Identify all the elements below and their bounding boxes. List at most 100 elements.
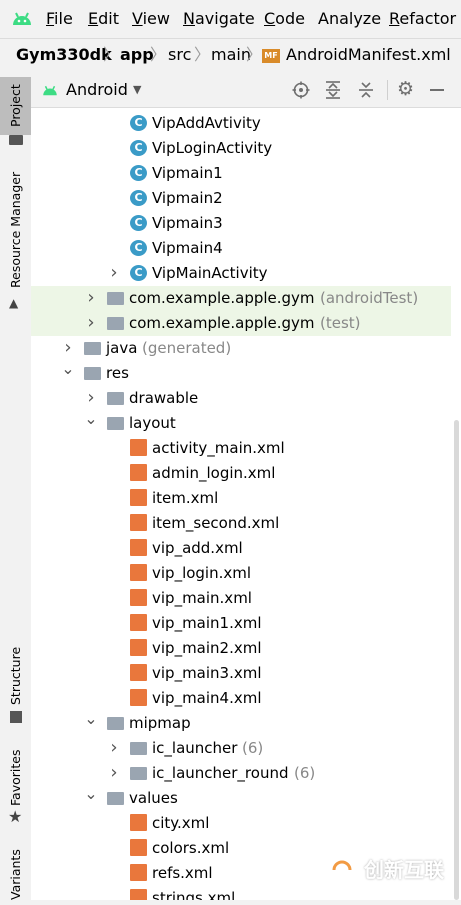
tab-resource-manager[interactable]: Resource Manager [0,165,31,295]
structure-icon [10,711,22,723]
tree-row[interactable]: ⌄ layout [31,409,451,436]
tree-row[interactable]: › ic_launcher (6) [31,736,451,761]
xml-file-icon [130,514,147,531]
project-tree: C VipAddAvtivity C VipLoginActivity C Vipmain… [31,107,461,900]
tab-variants[interactable]: Variants [0,845,31,905]
tree-row[interactable]: C Vipmain1 [31,161,451,186]
tab-project[interactable]: Project [0,77,31,135]
tree-row[interactable]: admin_login.xml [31,461,451,486]
chevron-right-icon: 〉 [246,45,263,64]
chevron-right-icon[interactable]: › [107,763,121,783]
tree-row[interactable]: vip_main2.xml [31,636,451,661]
breadcrumb-file[interactable]: AndroidManifest.xml [286,45,451,65]
tree-row[interactable]: C VipLoginActivity [31,136,451,161]
chevron-right-icon[interactable]: › [84,388,98,408]
folder-icon [9,135,23,145]
tree-item-label: VipLoginActivity [152,139,273,157]
tree-row[interactable]: › C VipMainActivity [31,261,451,286]
class-icon: C [130,240,147,256]
tree-row[interactable]: city.xml [31,811,451,836]
tree-row[interactable]: vip_add.xml [31,536,451,561]
tree-row[interactable]: vip_main1.xml [31,611,451,636]
chevron-right-icon[interactable]: › [61,338,75,358]
tree-item-label: res [106,364,129,382]
expand-all-icon[interactable] [325,81,341,99]
tree-item-label: admin_login.xml [152,464,276,482]
folder-icon [107,792,124,805]
breadcrumb-main[interactable]: main [211,45,251,65]
tree-row[interactable]: vip_main.xml [31,586,451,611]
tool-window-strip: Project Resource Manager ▲ Structure Fav… [0,73,32,900]
chevron-right-icon[interactable]: › [107,263,121,283]
menu-file[interactable]: File [46,9,73,29]
breadcrumb-module[interactable]: app [120,45,154,65]
xml-file-icon [130,864,147,881]
tree-row[interactable]: activity_main.xml [31,436,451,461]
tree-row[interactable]: vip_main4.xml [31,686,451,711]
tree-item-label: Vipmain2 [152,189,223,207]
tree-row[interactable]: ⌄ res [31,359,451,386]
tree-item-label: refs.xml [152,864,213,882]
breadcrumb: Gym330dk 〉 app 〉 src 〉 main 〉 MF Android… [0,38,461,74]
xml-file-icon [130,589,147,606]
watermark-logo: 创新互联 [324,846,460,894]
tree-row[interactable]: C Vipmain3 [31,211,451,236]
tree-row[interactable]: vip_login.xml [31,561,451,586]
breadcrumb-src[interactable]: src [168,45,191,65]
scrollbar[interactable] [454,420,459,900]
manifest-file-icon: MF [262,49,280,63]
menu-navigate[interactable]: Navigate [183,9,255,29]
tree-row[interactable]: › ic_launcher_round (6) [31,761,451,786]
tree-item-label: VipMainActivity [152,264,268,282]
menu-code[interactable]: Code [264,9,305,29]
tree-row[interactable]: › java (generated) [31,336,451,361]
target-icon[interactable] [292,81,310,99]
tree-row[interactable]: ⌄ values [31,784,451,811]
tree-item-label: item_second.xml [152,514,280,532]
tree-row[interactable]: › com.example.apple.gym (test) [31,311,451,336]
chevron-down-icon[interactable]: ⌄ [84,409,98,429]
tab-favorites[interactable]: Favorites [0,745,31,811]
class-icon: C [130,215,147,231]
folder-icon [130,767,147,780]
folder-icon [130,742,147,755]
chevron-right-icon: 〉 [194,45,211,64]
menu-view[interactable]: View [132,9,170,29]
minimize-icon[interactable] [430,89,444,91]
chevron-down-icon[interactable]: ▼ [133,83,141,97]
tree-row[interactable]: › com.example.apple.gym (androidTest) [31,286,451,311]
tree-item-label: com.example.apple.gym [129,314,315,332]
folder-icon [107,717,124,730]
tree-row[interactable]: item_second.xml [31,511,451,536]
tree-item-label: vip_add.xml [152,539,243,557]
folder-icon [84,342,101,355]
tree-item-label: vip_main1.xml [152,614,262,632]
chevron-down-icon[interactable]: ⌄ [61,359,75,379]
tree-item-suffix: (6) [242,739,264,757]
collapse-all-icon[interactable] [358,81,374,99]
tree-row[interactable]: › drawable [31,386,451,411]
chevron-down-icon[interactable]: ⌄ [84,784,98,804]
chevron-right-icon[interactable]: › [84,313,98,333]
view-selector[interactable]: Android [66,80,128,100]
tree-item-label: city.xml [152,814,210,832]
tree-row[interactable]: C Vipmain4 [31,236,451,261]
menu-edit[interactable]: Edit [88,9,119,29]
tree-item-label: Vipmain1 [152,164,223,182]
settings-icon[interactable]: ⚙ [397,78,414,100]
menu-analyze[interactable]: Analyze [318,9,381,29]
tree-row[interactable]: ⌄ mipmap [31,709,451,736]
package-icon [107,317,124,330]
tab-structure[interactable]: Structure [0,643,31,709]
tree-row[interactable]: C Vipmain2 [31,186,451,211]
breadcrumb-project[interactable]: Gym330dk [16,45,112,65]
tree-item-label: ic_launcher [152,739,238,757]
chevron-right-icon[interactable]: › [107,738,121,758]
menu-refactor[interactable]: Refactor [389,9,456,29]
chevron-right-icon[interactable]: › [84,288,98,308]
chevron-down-icon[interactable]: ⌄ [84,709,98,729]
tree-row[interactable]: item.xml [31,486,451,511]
tree-row[interactable]: C VipAddAvtivity [31,111,451,136]
chevron-right-icon: 〉 [150,45,167,64]
tree-row[interactable]: vip_main3.xml [31,661,451,686]
